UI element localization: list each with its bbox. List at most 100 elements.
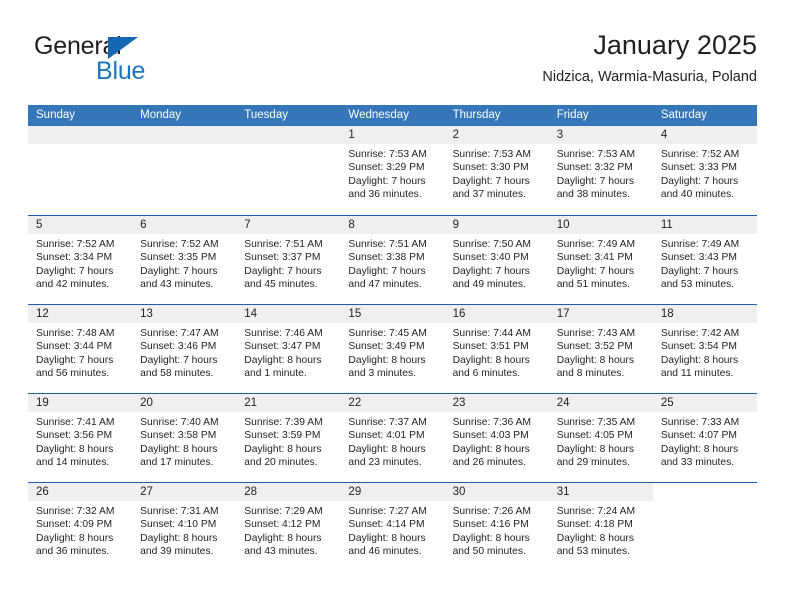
- day-cell[interactable]: 14 Sunrise: 7:46 AM Sunset: 3:47 PM Dayligh…: [236, 305, 341, 393]
- daylight-text: Daylight: 7 hours and 45 minutes.: [244, 265, 322, 290]
- sunrise-text: Sunrise: 7:51 AM: [244, 239, 323, 250]
- day-cell[interactable]: 22 Sunrise: 7:37 AM Sunset: 4:01 PM Dayligh…: [340, 394, 445, 482]
- day-sun-info: Sunrise: 7:36 AM Sunset: 4:03 PM Daylight:…: [445, 412, 549, 469]
- day-cell[interactable]: 16 Sunrise: 7:44 AM Sunset: 3:51 PM Dayligh…: [444, 305, 549, 393]
- sunrise-text: Sunrise: 7:44 AM: [452, 328, 531, 339]
- sunset-text: Sunset: 3:43 PM: [660, 252, 737, 264]
- day-cell[interactable]: 12 Sunrise: 7:48 AM Sunset: 3:44 PM Dayligh…: [28, 305, 133, 393]
- day-number: 12: [36, 308, 49, 320]
- day-number-band: 31: [548, 483, 653, 501]
- day-number-band: 11: [652, 216, 757, 234]
- daylight-text: Daylight: 8 hours and 53 minutes.: [556, 532, 634, 557]
- day-cell-empty: [236, 126, 341, 215]
- day-number-band: 24: [548, 394, 653, 412]
- day-cell[interactable]: 6 Sunrise: 7:52 AM Sunset: 3:35 PM Daylight…: [132, 216, 237, 304]
- day-number-band: 4: [652, 126, 757, 144]
- daylight-text: Daylight: 8 hours and 11 minutes.: [660, 354, 739, 379]
- day-cell[interactable]: 3 Sunrise: 7:53 AM Sunset: 3:32 PM Daylight…: [548, 126, 653, 215]
- day-cell[interactable]: 9 Sunrise: 7:50 AM Sunset: 3:40 PM Daylight…: [444, 216, 549, 304]
- day-cell[interactable]: 10 Sunrise: 7:49 AM Sunset: 3:41 PM Dayligh…: [548, 216, 653, 304]
- daylight-text: Daylight: 8 hours and 20 minutes.: [244, 443, 322, 468]
- day-number-band: 8: [340, 216, 445, 234]
- daylight-text: Daylight: 7 hours and 58 minutes.: [140, 354, 218, 379]
- day-cell[interactable]: 20 Sunrise: 7:40 AM Sunset: 3:58 PM Dayligh…: [132, 394, 237, 482]
- page-title: January 2025: [593, 30, 757, 60]
- day-cell[interactable]: 7 Sunrise: 7:51 AM Sunset: 3:37 PM Daylight…: [236, 216, 341, 304]
- sunset-text: Sunset: 3:29 PM: [348, 162, 425, 174]
- day-cell[interactable]: 19 Sunrise: 7:41 AM Sunset: 3:56 PM Dayligh…: [28, 394, 133, 482]
- sunrise-text: Sunrise: 7:45 AM: [348, 328, 427, 339]
- daylight-text: Daylight: 7 hours and 49 minutes.: [452, 265, 530, 290]
- sunset-text: Sunset: 3:49 PM: [348, 341, 425, 353]
- weekday-header-friday: Friday: [556, 109, 589, 121]
- day-cell[interactable]: 5 Sunrise: 7:52 AM Sunset: 3:34 PM Daylight…: [28, 216, 133, 304]
- sunset-text: Sunset: 3:44 PM: [36, 341, 113, 353]
- day-cell[interactable]: 13 Sunrise: 7:47 AM Sunset: 3:46 PM Dayligh…: [132, 305, 237, 393]
- day-sun-info: Sunrise: 7:33 AM Sunset: 4:07 PM Daylight:…: [653, 412, 757, 469]
- day-cell[interactable]: 25 Sunrise: 7:33 AM Sunset: 4:07 PM Dayligh…: [652, 394, 757, 482]
- day-cell[interactable]: 11 Sunrise: 7:49 AM Sunset: 3:43 PM Dayligh…: [652, 216, 757, 304]
- day-number: 8: [348, 219, 355, 231]
- day-cell[interactable]: 28 Sunrise: 7:29 AM Sunset: 4:12 PM Dayligh…: [236, 483, 341, 571]
- sunrise-text: Sunrise: 7:35 AM: [556, 417, 636, 428]
- day-cell[interactable]: 23 Sunrise: 7:36 AM Sunset: 4:03 PM Dayligh…: [444, 394, 549, 482]
- sunrise-text: Sunrise: 7:49 AM: [556, 239, 636, 250]
- day-number-band: 15: [340, 305, 445, 323]
- calendar-week-row: 19 Sunrise: 7:41 AM Sunset: 3:56 PM Dayligh…: [28, 393, 757, 482]
- calendar-week-row: 12 Sunrise: 7:48 AM Sunset: 3:44 PM Dayligh…: [28, 304, 757, 393]
- day-number: 2: [452, 129, 459, 141]
- sunset-text: Sunset: 3:30 PM: [452, 162, 529, 174]
- day-cell[interactable]: 31 Sunrise: 7:24 AM Sunset: 4:18 PM Dayligh…: [548, 483, 653, 571]
- day-cell[interactable]: 26 Sunrise: 7:32 AM Sunset: 4:09 PM Dayligh…: [28, 483, 133, 571]
- daylight-text: Daylight: 8 hours and 36 minutes.: [36, 532, 114, 557]
- sunset-text: Sunset: 4:12 PM: [244, 519, 321, 531]
- weekday-header-wednesday: Wednesday: [348, 109, 409, 121]
- day-cell[interactable]: 24 Sunrise: 7:35 AM Sunset: 4:05 PM Dayligh…: [548, 394, 653, 482]
- day-number-band: 13: [132, 305, 237, 323]
- day-number-band: 12: [28, 305, 133, 323]
- sunrise-text: Sunrise: 7:39 AM: [244, 417, 323, 428]
- day-number: 31: [556, 486, 570, 498]
- sunset-text: Sunset: 4:01 PM: [348, 430, 425, 442]
- day-cell[interactable]: 2 Sunrise: 7:53 AM Sunset: 3:30 PM Daylight…: [444, 126, 549, 215]
- day-cell[interactable]: 15 Sunrise: 7:45 AM Sunset: 3:49 PM Dayligh…: [340, 305, 445, 393]
- daylight-text: Daylight: 7 hours and 53 minutes.: [660, 265, 739, 290]
- day-cell[interactable]: 29 Sunrise: 7:27 AM Sunset: 4:14 PM Dayligh…: [340, 483, 445, 571]
- day-number: 22: [348, 397, 362, 409]
- daylight-text: Daylight: 8 hours and 17 minutes.: [140, 443, 218, 468]
- sunrise-text: Sunrise: 7:52 AM: [36, 239, 115, 250]
- day-number-band: [28, 126, 133, 144]
- day-cell[interactable]: 30 Sunrise: 7:26 AM Sunset: 4:16 PM Dayligh…: [444, 483, 549, 571]
- day-number: 3: [556, 129, 564, 141]
- day-sun-info: Sunrise: 7:29 AM Sunset: 4:12 PM Daylight:…: [236, 501, 340, 558]
- day-sun-info: Sunrise: 7:44 AM Sunset: 3:51 PM Daylight:…: [445, 323, 549, 380]
- day-number: 21: [244, 397, 258, 409]
- sunrise-text: Sunrise: 7:51 AM: [348, 239, 427, 250]
- sunset-text: Sunset: 4:09 PM: [36, 519, 113, 531]
- sunrise-text: Sunrise: 7:26 AM: [452, 506, 531, 517]
- day-cell[interactable]: 1 Sunrise: 7:53 AM Sunset: 3:29 PM Daylight…: [340, 126, 445, 215]
- day-number: 13: [140, 308, 153, 320]
- daylight-text: Daylight: 7 hours and 56 minutes.: [36, 354, 114, 379]
- sunset-text: Sunset: 3:52 PM: [556, 341, 633, 353]
- sunset-text: Sunset: 4:16 PM: [452, 519, 529, 531]
- day-cell[interactable]: 27 Sunrise: 7:31 AM Sunset: 4:10 PM Dayligh…: [132, 483, 237, 571]
- day-cell[interactable]: 21 Sunrise: 7:39 AM Sunset: 3:59 PM Dayligh…: [236, 394, 341, 482]
- day-cell[interactable]: 4 Sunrise: 7:52 AM Sunset: 3:33 PM Daylight…: [652, 126, 757, 215]
- sunrise-text: Sunrise: 7:49 AM: [660, 239, 740, 250]
- sunset-text: Sunset: 4:10 PM: [140, 519, 217, 531]
- day-number-band: 3: [548, 126, 653, 144]
- daylight-text: Daylight: 8 hours and 14 minutes.: [36, 443, 114, 468]
- day-cell[interactable]: 8 Sunrise: 7:51 AM Sunset: 3:38 PM Daylight…: [340, 216, 445, 304]
- day-cell[interactable]: 17 Sunrise: 7:43 AM Sunset: 3:52 PM Dayligh…: [548, 305, 653, 393]
- daylight-text: Daylight: 8 hours and 46 minutes.: [348, 532, 426, 557]
- sunset-text: Sunset: 3:37 PM: [244, 252, 321, 264]
- sunrise-text: Sunrise: 7:32 AM: [36, 506, 115, 517]
- sunrise-text: Sunrise: 7:29 AM: [244, 506, 323, 517]
- sunset-text: Sunset: 4:03 PM: [452, 430, 529, 442]
- page-subtitle: Nidzica, Warmia-Masuria, Poland: [542, 69, 757, 85]
- day-cell[interactable]: 18 Sunrise: 7:42 AM Sunset: 3:54 PM Dayligh…: [652, 305, 757, 393]
- calendar-week-row: 1 Sunrise: 7:53 AM Sunset: 3:29 PM Daylight…: [28, 126, 757, 215]
- daylight-text: Daylight: 8 hours and 1 minute.: [244, 354, 322, 379]
- day-number: 26: [36, 486, 49, 498]
